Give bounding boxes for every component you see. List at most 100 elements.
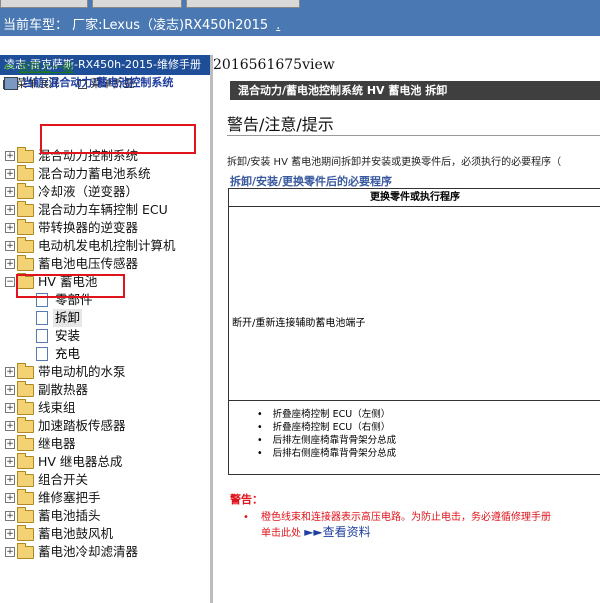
- document-icon: [36, 311, 48, 325]
- tree-node[interactable]: + 混合动力车辆控制 ECU: [0, 201, 208, 219]
- top-button-1[interactable]: [0, 0, 88, 8]
- list-item: 折叠座椅控制 ECU（左侧）: [257, 408, 396, 421]
- folder-icon: [17, 147, 34, 163]
- folder-icon: [17, 381, 34, 397]
- folder-icon: [17, 255, 34, 271]
- intro-paragraph: 拆卸/安装 HV 蓄电池期间拆卸并安装或更换零件后，必须执行的必要程序（: [227, 157, 562, 168]
- expand-plus-icon[interactable]: +: [5, 403, 15, 413]
- warning-label: 警告：: [230, 493, 263, 506]
- expand-plus-icon[interactable]: +: [5, 223, 15, 233]
- folder-icon: [17, 435, 34, 451]
- warning-line-2: 单击此处 ►►查看资料: [261, 525, 551, 541]
- warning-text: • 橙色线束和连接器表示高压电路。为防止电击，务必遵循修理手册 单击此处 ►►查…: [243, 511, 551, 541]
- current-location-label: 当前:混合动力/蓄电池控制系统: [22, 76, 174, 89]
- folder-icon: [17, 201, 34, 217]
- tree-node[interactable]: + HV 继电器总成: [0, 453, 208, 471]
- tree-child-removal[interactable]: 拆卸: [0, 309, 208, 327]
- expand-plus-icon[interactable]: +: [5, 547, 15, 557]
- back-link[interactable]: ⇦ 返回上一级: [4, 59, 74, 75]
- list-item: 后排右侧座椅靠背骨架分总成: [257, 447, 397, 460]
- expand-plus-icon[interactable]: +: [5, 385, 15, 395]
- folder-icon: [17, 525, 34, 541]
- expand-plus-icon[interactable]: +: [5, 367, 15, 377]
- procedure-subheading: 拆卸/安装/更换零件后的必要程序: [230, 175, 393, 188]
- top-bar: 当前车型： 厂家:Lexus（凌志)RX450h2015.: [0, 0, 600, 36]
- expand-plus-icon[interactable]: +: [5, 457, 15, 467]
- expand-plus-icon[interactable]: +: [5, 439, 15, 449]
- tree-node[interactable]: + 维修塞把手: [0, 489, 208, 507]
- tree-node[interactable]: + 电动机发电机控制计算机: [0, 237, 208, 255]
- current-location: 当前:混合动力/蓄电池控制系统: [4, 74, 173, 90]
- expand-plus-icon[interactable]: +: [5, 205, 15, 215]
- expand-plus-icon[interactable]: +: [5, 187, 15, 197]
- document-id: 2016561675view: [213, 57, 335, 73]
- folder-icon: [17, 543, 34, 559]
- tree-node[interactable]: + 带电动机的水泵: [0, 363, 208, 381]
- tree-node[interactable]: + 继电器: [0, 435, 208, 453]
- tree-node[interactable]: + 蓄电池冷却滤清器: [0, 543, 208, 561]
- top-button-2[interactable]: [92, 0, 182, 8]
- folder-icon: [17, 471, 34, 487]
- tree-node[interactable]: + 蓄电池电压传感器: [0, 255, 208, 273]
- tree-node[interactable]: + 带转换器的逆变器: [0, 219, 208, 237]
- folder-icon: [17, 507, 34, 523]
- collapse-minus-icon[interactable]: −: [5, 277, 15, 287]
- view-more-link[interactable]: ►►查看资料: [304, 525, 370, 539]
- document-icon: [36, 329, 48, 343]
- list-item: 后排左侧座椅靠背骨架分总成: [257, 434, 397, 447]
- document-icon: [36, 347, 48, 361]
- warning-bullet: •: [243, 512, 249, 523]
- content-panel: 2016561675view 混合动力/蓄电池控制系统 HV 蓄电池 拆卸 警告…: [213, 55, 600, 603]
- tree-node[interactable]: + 组合开关: [0, 471, 208, 489]
- table-cell: 断开/重新连接辅助蓄电池端子: [232, 318, 366, 329]
- folder-icon: [17, 363, 34, 379]
- tree-child-charging[interactable]: 充电: [0, 345, 208, 363]
- vehicle-label: 当前车型： 厂家:Lexus（凌志)RX450h2015: [3, 18, 269, 33]
- tree-node[interactable]: + 蓄电池插头: [0, 507, 208, 525]
- section-title-bar: 混合动力/蓄电池控制系统 HV 蓄电池 拆卸: [230, 81, 600, 100]
- tree-child-installation[interactable]: 安装: [0, 327, 208, 345]
- tree-node[interactable]: + 混合动力蓄电池系统: [0, 165, 208, 183]
- tree-node[interactable]: + 副散热器: [0, 381, 208, 399]
- warning-line-2-prefix: 单击此处: [261, 528, 305, 539]
- expand-plus-icon[interactable]: +: [5, 529, 15, 539]
- expand-plus-icon[interactable]: +: [5, 511, 15, 521]
- folder-icon: [17, 489, 34, 505]
- folder-icon: [17, 453, 34, 469]
- highlight-box-current: [40, 124, 196, 154]
- current-vehicle: 当前车型： 厂家:Lexus（凌志)RX450h2015.: [3, 14, 280, 33]
- divider: [227, 135, 600, 136]
- folder-icon: [17, 183, 34, 199]
- nav-tree: + 混合动力控制系统 + 混合动力蓄电池系统 + 冷却液（逆变器） + 混合动力车辆控制…: [0, 147, 208, 561]
- table-header: 更换零件或执行程序: [228, 188, 600, 207]
- tree-node[interactable]: + 冷却液（逆变器）: [0, 183, 208, 201]
- table-row: 断开/重新连接辅助蓄电池端子: [228, 206, 600, 401]
- back-arrow-icon: ⇦: [4, 60, 15, 75]
- folder-icon: [17, 219, 34, 235]
- list-item: 折叠座椅控制 ECU（右侧）: [257, 421, 396, 434]
- folder-icon: [17, 165, 34, 181]
- vehicle-link[interactable]: .: [276, 18, 280, 33]
- expand-plus-icon[interactable]: +: [5, 151, 15, 161]
- expand-plus-icon[interactable]: +: [5, 169, 15, 179]
- parts-list: 折叠座椅控制 ECU（左侧） 折叠座椅控制 ECU（右侧） 后排左侧座椅靠背骨架…: [257, 408, 397, 460]
- expand-plus-icon[interactable]: +: [5, 241, 15, 251]
- folder-icon: [17, 399, 34, 415]
- procedure-table: 更换零件或执行程序 断开/重新连接辅助蓄电池端子 折叠座椅控制 ECU（左侧） …: [228, 188, 600, 558]
- folder-icon: [17, 417, 34, 433]
- warning-heading: 警告/注意/提示: [227, 115, 334, 134]
- computer-icon: [4, 76, 18, 90]
- expand-plus-icon[interactable]: +: [5, 475, 15, 485]
- top-button-3[interactable]: [186, 0, 300, 8]
- folder-icon: [17, 237, 34, 253]
- expand-plus-icon[interactable]: +: [5, 421, 15, 431]
- expand-plus-icon[interactable]: +: [5, 493, 15, 503]
- tree-node[interactable]: + 加速踏板传感器: [0, 417, 208, 435]
- table-row: 折叠座椅控制 ECU（左侧） 折叠座椅控制 ECU（右侧） 后排左侧座椅靠背骨架…: [228, 400, 600, 475]
- tree-node[interactable]: + 蓄电池鼓风机: [0, 525, 208, 543]
- tree-node[interactable]: + 线束组: [0, 399, 208, 417]
- warning-line-1: 橙色线束和连接器表示高压电路。为防止电击，务必遵循修理手册: [261, 512, 551, 523]
- highlight-box-hv-battery: [16, 274, 125, 298]
- back-label: 返回上一级: [18, 61, 74, 74]
- expand-plus-icon[interactable]: +: [5, 259, 15, 269]
